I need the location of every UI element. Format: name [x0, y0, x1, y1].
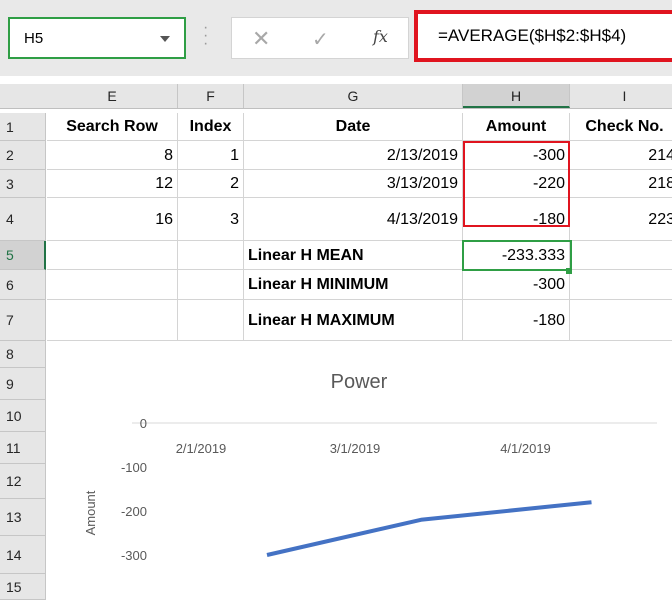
- data-cell-h[interactable]: -300: [463, 141, 570, 170]
- fill-handle[interactable]: [566, 268, 572, 274]
- data-cell-h[interactable]: -180: [463, 198, 570, 241]
- formula-buttons: ✕ ✓ fx: [231, 17, 409, 59]
- data-cell-i[interactable]: 223: [570, 198, 672, 241]
- data-cell-g[interactable]: 4/13/2019: [244, 198, 463, 241]
- row-header-9[interactable]: 9: [0, 368, 46, 400]
- line-chart[interactable]: Power0-100-200-300-4002/1/20193/1/20194/…: [47, 343, 672, 594]
- series-line: [267, 502, 592, 555]
- row-header-13[interactable]: 13: [0, 499, 46, 536]
- row-header-5[interactable]: 5: [0, 241, 46, 270]
- empty-cell[interactable]: [47, 270, 178, 300]
- summary-label-cell[interactable]: Linear H MAXIMUM: [244, 300, 463, 341]
- column-header-i[interactable]: I: [570, 84, 672, 108]
- row-header-1[interactable]: 1: [0, 113, 46, 141]
- empty-cell[interactable]: [178, 270, 244, 300]
- data-cell-e[interactable]: 16: [47, 198, 178, 241]
- chevron-down-icon[interactable]: [160, 36, 170, 42]
- data-cell-i[interactable]: 214: [570, 141, 672, 170]
- name-box[interactable]: H5: [8, 17, 186, 59]
- enter-icon[interactable]: ✓: [312, 27, 329, 52]
- empty-cell[interactable]: [47, 241, 178, 270]
- data-cell-i[interactable]: 218: [570, 170, 672, 198]
- header-cell-e[interactable]: Search Row: [47, 113, 178, 141]
- empty-cell[interactable]: [178, 300, 244, 341]
- x-tick-label: 4/1/2019: [500, 441, 551, 456]
- formula-text: =AVERAGE($H$2:$H$4): [438, 26, 626, 46]
- drag-handle-icon[interactable]: ···: [203, 24, 208, 48]
- row-header-2[interactable]: 2: [0, 141, 46, 170]
- row-header-12[interactable]: 12: [0, 464, 46, 499]
- row-header-3[interactable]: 3: [0, 170, 46, 198]
- x-tick-label: 3/1/2019: [330, 441, 381, 456]
- summary-label-cell[interactable]: Linear H MINIMUM: [244, 270, 463, 300]
- column-header-h[interactable]: H: [463, 84, 570, 108]
- y-tick-label: -300: [121, 548, 147, 563]
- insert-function-icon[interactable]: fx: [373, 27, 388, 46]
- row-header-11[interactable]: 11: [0, 432, 46, 464]
- column-header-g[interactable]: G: [244, 84, 463, 108]
- summary-label-cell[interactable]: Linear H MEAN: [244, 241, 463, 270]
- summary-value-cell[interactable]: -300: [463, 270, 570, 300]
- header-cell-i[interactable]: Check No.: [570, 113, 672, 141]
- header-cell-h[interactable]: Amount: [463, 113, 570, 141]
- formula-bar: H5 ··· ✕ ✓ fx =AVERAGE($H$2:$H$4): [0, 0, 672, 76]
- data-cell-f[interactable]: 1: [178, 141, 244, 170]
- row-header-7[interactable]: 7: [0, 300, 46, 341]
- row-header-4[interactable]: 4: [0, 198, 46, 241]
- column-header-e[interactable]: E: [47, 84, 178, 108]
- empty-cell[interactable]: [178, 241, 244, 270]
- y-tick-label: 0: [140, 416, 147, 431]
- empty-cell[interactable]: [570, 270, 672, 300]
- y-axis-label: Amount: [83, 490, 98, 535]
- data-cell-f[interactable]: 3: [178, 198, 244, 241]
- header-cell-f[interactable]: Index: [178, 113, 244, 141]
- column-header-bar: EFGHI: [0, 84, 672, 109]
- empty-cell[interactable]: [47, 300, 178, 341]
- data-cell-f[interactable]: 2: [178, 170, 244, 198]
- summary-value-cell[interactable]: -180: [463, 300, 570, 341]
- header-cell-g[interactable]: Date: [244, 113, 463, 141]
- data-cell-e[interactable]: 12: [47, 170, 178, 198]
- cancel-icon[interactable]: ✕: [252, 26, 270, 52]
- y-tick-label: -100: [121, 460, 147, 475]
- formula-input[interactable]: =AVERAGE($H$2:$H$4): [414, 10, 672, 62]
- data-cell-e[interactable]: 8: [47, 141, 178, 170]
- y-tick-label: -200: [121, 504, 147, 519]
- chart-title: Power: [331, 371, 388, 393]
- column-header-f[interactable]: F: [178, 84, 244, 108]
- empty-cell[interactable]: [570, 300, 672, 341]
- data-cell-h[interactable]: -220: [463, 170, 570, 198]
- chart-canvas: Power0-100-200-300-4002/1/20193/1/20194/…: [47, 343, 672, 594]
- row-header-15[interactable]: 15: [0, 574, 46, 600]
- row-header-8[interactable]: 8: [0, 341, 46, 368]
- x-tick-label: 2/1/2019: [176, 441, 227, 456]
- summary-value-cell[interactable]: -233.333: [463, 241, 570, 270]
- data-cell-g[interactable]: 2/13/2019: [244, 141, 463, 170]
- data-cell-g[interactable]: 3/13/2019: [244, 170, 463, 198]
- row-header-6[interactable]: 6: [0, 270, 46, 300]
- empty-cell[interactable]: [570, 241, 672, 270]
- name-box-value: H5: [24, 30, 43, 47]
- row-header-14[interactable]: 14: [0, 536, 46, 574]
- row-header-10[interactable]: 10: [0, 400, 46, 432]
